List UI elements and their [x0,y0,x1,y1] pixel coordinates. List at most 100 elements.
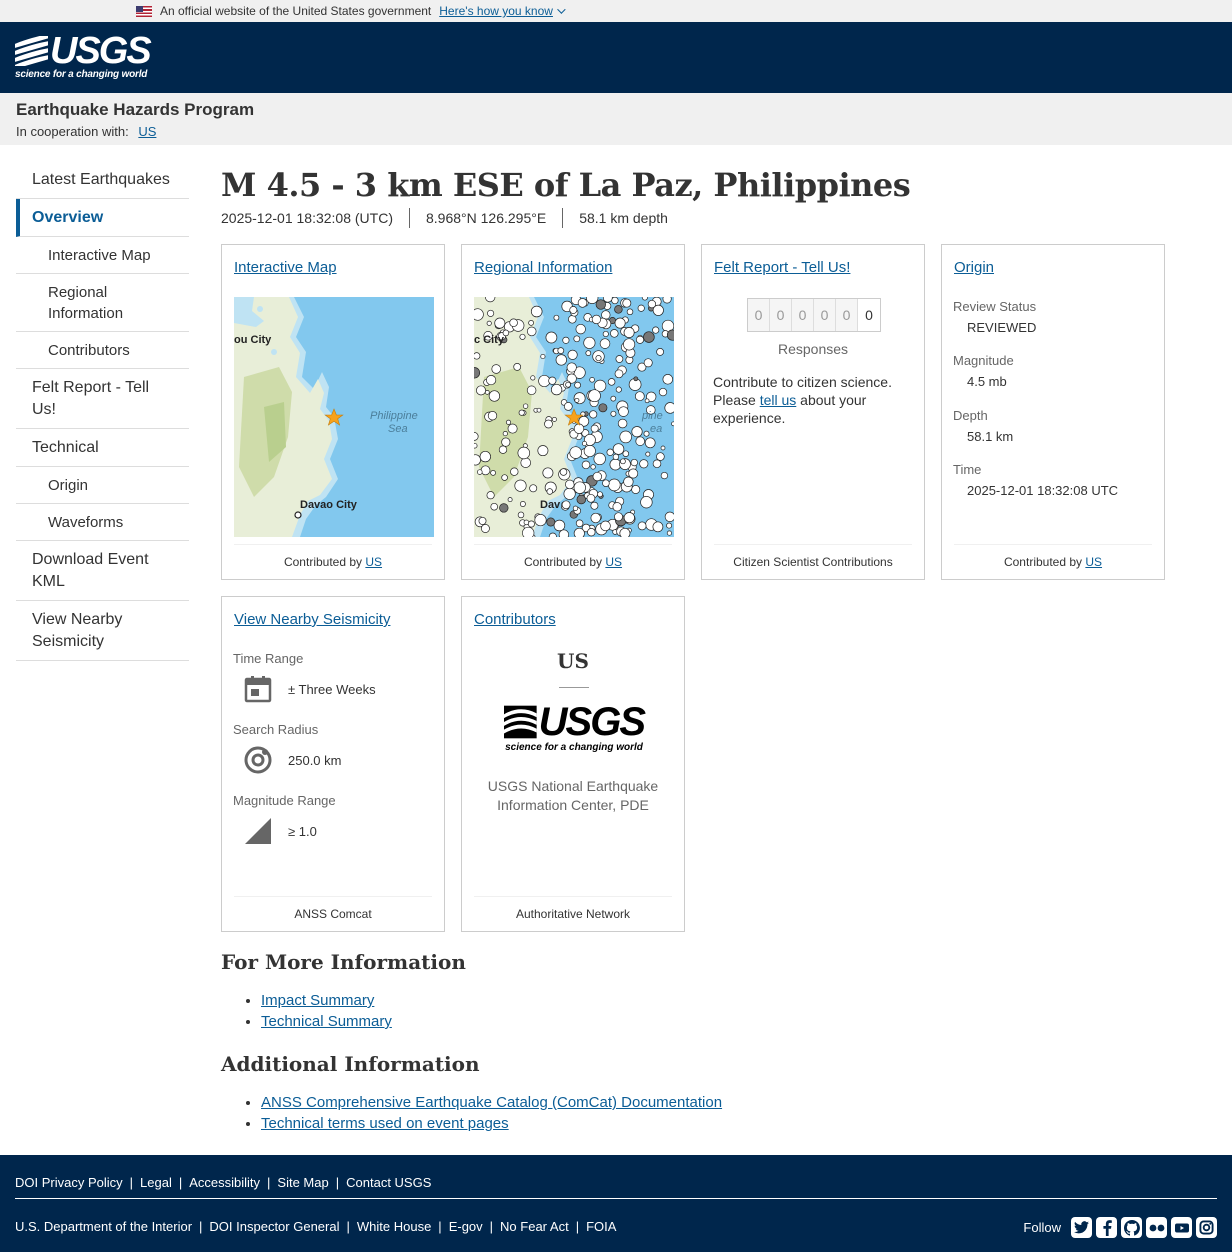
tell-us-link[interactable]: tell us [760,392,797,408]
interactive-map-thumbnail[interactable]: ou City Philippine Sea Davao City [234,297,434,537]
time-range-row: ± Three Weeks [242,673,376,705]
usgs-logo[interactable]: USGS science for a changing world [15,30,152,80]
footer-link-accessibility[interactable]: Accessibility [189,1175,260,1190]
technical-summary-link[interactable]: Technical Summary [261,1013,392,1030]
github-icon[interactable] [1121,1217,1142,1238]
sidebar-item-contributors[interactable]: Contributors [16,332,189,369]
contributed-by-link[interactable]: US [1085,555,1102,569]
sidebar-item-origin[interactable]: Origin [16,467,189,504]
regional-quake-marker [474,308,484,321]
sidebar-item-overview[interactable]: Overview [16,199,189,237]
event-meta: 2025-12-01 18:32:08 (UTC) 8.968°N 126.29… [221,208,1181,228]
impact-summary-link[interactable]: Impact Summary [261,992,374,1009]
facebook-icon[interactable] [1096,1217,1117,1238]
contributors-card[interactable]: Contributors US USGS science for a chang… [461,596,685,932]
sidebar-item-download-kml[interactable]: Download Event KML [16,541,189,601]
magnitude: Magnitude 4.5 mb [953,353,1014,389]
footer-link-foia[interactable]: FOIA [586,1219,616,1234]
regional-quake-marker [575,519,584,528]
footer-link-egov[interactable]: E-gov [449,1219,483,1234]
footer-link-white-house[interactable]: White House [357,1219,431,1234]
regional-quake-marker [662,374,674,385]
cooperation-link[interactable]: US [138,124,156,139]
contributed-by-link[interactable]: US [365,555,382,569]
regional-quake-marker [597,491,603,498]
origin-card[interactable]: Origin Review Status REVIEWED Magnitude … [941,244,1165,580]
regional-quake-marker [590,512,601,524]
youtube-icon[interactable] [1171,1217,1192,1238]
interactive-map-card[interactable]: Interactive Map ou City Philippine Sea D… [221,244,445,580]
footer-link-inspector-general[interactable]: DOI Inspector General [209,1219,339,1234]
regional-information-card[interactable]: Regional Information c City pine ea Dav … [461,244,685,580]
flickr-icon[interactable] [1146,1217,1167,1238]
how-you-know-link[interactable]: Here's how you know [439,4,566,18]
regional-quake-marker [474,352,481,360]
list-item: Technical terms used on event pages [261,1113,1121,1134]
map-label-sea-1: Philippine [370,410,418,422]
regional-card-footer: Contributed by US [474,544,672,569]
regional-quake-marker [526,385,537,396]
magnitude-value: 4.5 mb [967,374,1007,389]
regional-quake-marker [505,419,512,425]
regional-quake-marker [658,387,668,397]
regional-quake-marker [652,304,664,316]
regional-quake-marker [507,497,513,503]
regional-quake-marker [610,410,617,417]
footer-link-contact[interactable]: Contact USGS [346,1175,431,1190]
regional-quake-marker [602,330,609,338]
footer-link-site-map[interactable]: Site Map [277,1175,328,1190]
contributed-by-link[interactable]: US [605,555,622,569]
regional-quake-marker [614,369,624,379]
regional-quake-marker [591,314,602,325]
regional-quake-marker [562,336,570,344]
contributors-card-title[interactable]: Contributors [474,611,556,628]
footer-link-privacy[interactable]: DOI Privacy Policy [15,1175,123,1190]
footer-link-no-fear-act[interactable]: No Fear Act [500,1219,569,1234]
regional-quake-marker [656,452,665,461]
regional-quake-marker [635,436,645,446]
regional-quake-marker [563,402,573,411]
regional-quake-marker [507,423,518,434]
search-radius-value: 250.0 km [288,752,342,768]
regional-quake-marker [550,383,563,396]
sidebar-item-latest-earthquakes[interactable]: Latest Earthquakes [16,161,189,199]
list-item: Impact Summary [261,990,1121,1011]
sidebar-item-technical[interactable]: Technical [16,429,189,467]
footer-link-doi[interactable]: U.S. Department of the Interior [15,1219,192,1234]
comcat-documentation-link[interactable]: ANSS Comprehensive Earthquake Catalog (C… [261,1094,722,1111]
site-header: USGS science for a changing world [0,22,1232,93]
regional-quake-marker [610,395,617,402]
regional-quake-marker [607,378,616,386]
sidebar-item-interactive-map[interactable]: Interactive Map [16,237,189,274]
sidebar-item-regional-information[interactable]: Regional Information [16,274,189,332]
regional-quake-marker [486,375,497,386]
sidebar-item-felt-report[interactable]: Felt Report - Tell Us! [16,369,189,429]
sidebar-item-waveforms[interactable]: Waveforms [16,504,189,541]
usgs-logo-word: USGS [50,30,152,72]
regional-quake-marker [488,390,501,402]
regional-quake-marker [553,519,566,532]
twitter-icon[interactable] [1071,1217,1092,1238]
regional-quake-marker [566,362,577,373]
program-title[interactable]: Earthquake Hazards Program [16,99,1216,121]
felt-report-card-title[interactable]: Felt Report - Tell Us! [714,259,850,276]
counter-digit: 0 [748,299,770,331]
how-you-know-label: Here's how you know [439,4,553,18]
footer-link-legal[interactable]: Legal [140,1175,172,1190]
felt-report-card[interactable]: Felt Report - Tell Us! 0 0 0 0 0 0 Respo… [701,244,925,580]
regional-information-card-title[interactable]: Regional Information [474,259,612,276]
sidebar-item-nearby-seismicity[interactable]: View Nearby Seismicity [16,601,189,661]
map-label-city-bottom: Davao City [300,499,358,511]
regional-quake-marker [592,471,602,482]
nearby-seismicity-card[interactable]: View Nearby Seismicity Time Range ± Thre… [221,596,445,932]
regional-map-thumbnail[interactable]: c City pine ea Dav [474,297,674,537]
origin-card-title[interactable]: Origin [954,259,994,276]
regional-quake-marker [645,451,651,457]
nearby-seismicity-card-title[interactable]: View Nearby Seismicity [234,611,390,628]
regional-quake-marker [501,474,508,481]
interactive-map-card-title[interactable]: Interactive Map [234,259,337,276]
more-information-section: For More Information Impact Summary Tech… [221,948,1121,1134]
technical-terms-link[interactable]: Technical terms used on event pages [261,1115,509,1132]
regional-quake-marker [590,501,599,510]
instagram-icon[interactable] [1196,1217,1217,1238]
